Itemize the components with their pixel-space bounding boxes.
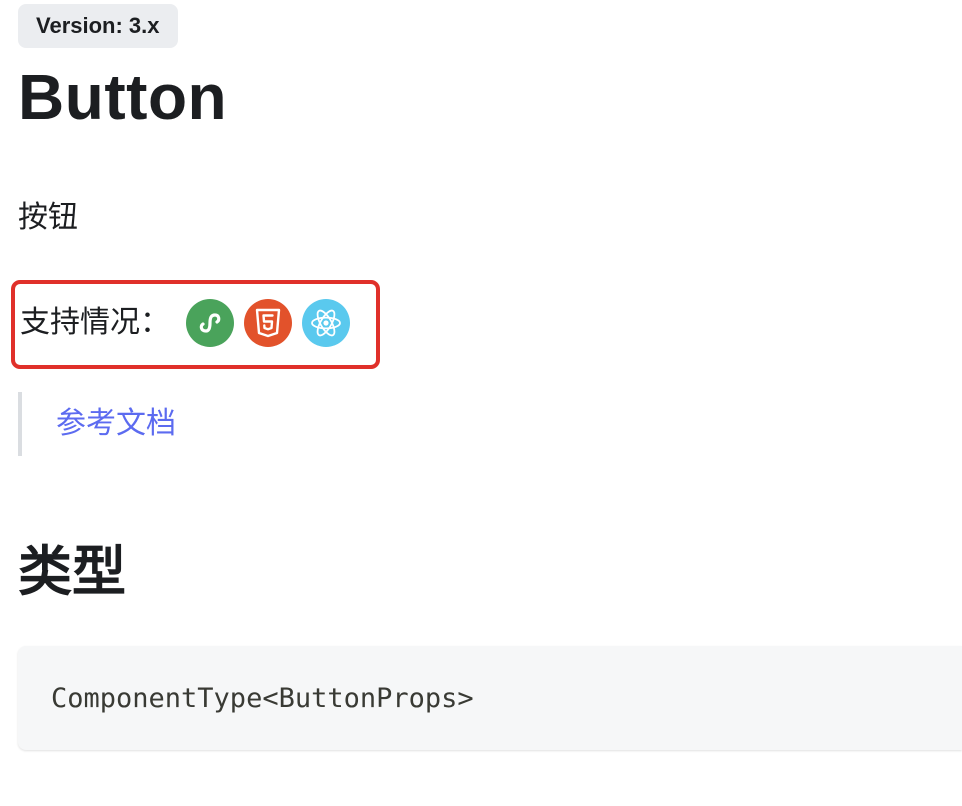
page-title: Button xyxy=(18,61,228,133)
react-icon xyxy=(302,299,350,347)
type-section-heading: 类型 xyxy=(18,540,126,603)
platform-support: 支持情况： xyxy=(20,298,360,348)
version-badge: Version: 3.x xyxy=(18,4,178,48)
doc-page: Version: 3.x Button 按钮 支持情况： 参考文档 类型 Com… xyxy=(0,0,962,806)
support-label: 支持情况： xyxy=(20,305,170,340)
type-code: ComponentType<ButtonProps> xyxy=(51,682,474,714)
html5-icon xyxy=(244,299,292,347)
reference-blockquote: 参考文档 xyxy=(18,392,176,456)
reference-doc-link[interactable]: 参考文档 xyxy=(56,402,176,446)
mini-program-icon xyxy=(186,299,234,347)
type-code-block: ComponentType<ButtonProps> xyxy=(18,646,962,750)
component-description: 按钮 xyxy=(18,200,78,235)
